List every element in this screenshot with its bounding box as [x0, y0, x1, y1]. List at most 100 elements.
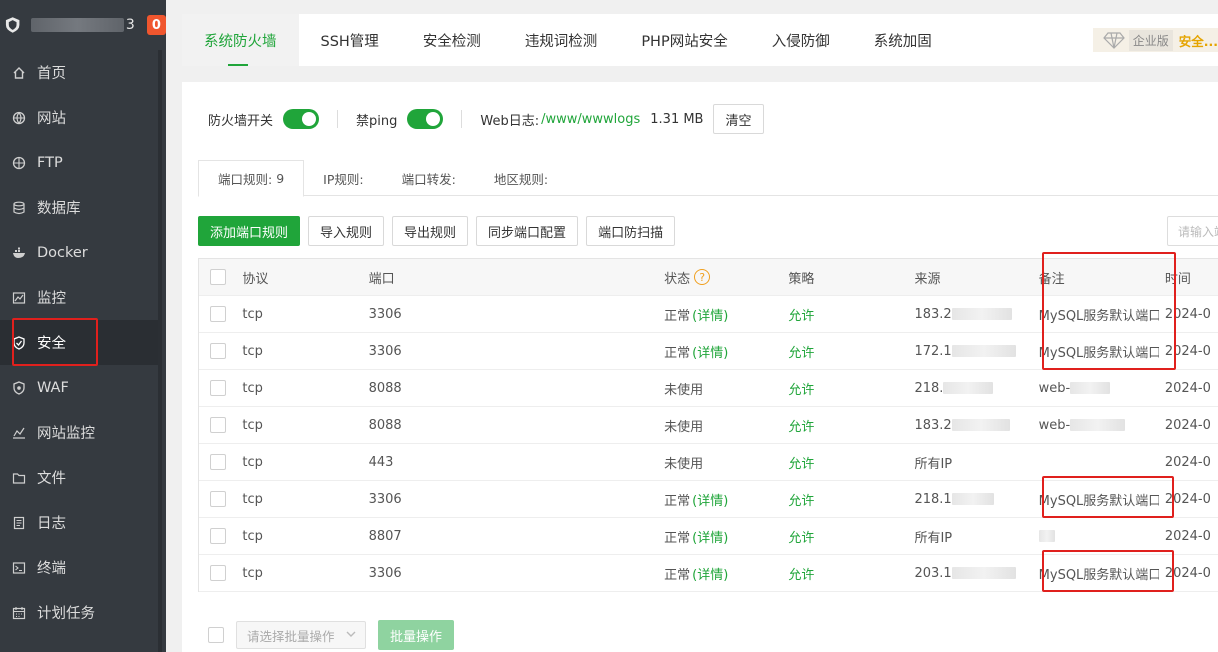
status-text: 正常: [664, 567, 691, 583]
calendar-icon: [12, 606, 26, 620]
subtab-port-forward[interactable]: 端口转发:: [383, 160, 475, 196]
batch-operation-select[interactable]: 请选择批量操作: [236, 621, 366, 649]
enterprise-link[interactable]: 安全...: [1179, 31, 1218, 50]
weblog-path-link[interactable]: /www/wwwlogs: [541, 112, 640, 127]
cell-protocol: tcp: [242, 491, 263, 507]
subtab-region-rules[interactable]: 地区规则:: [475, 160, 567, 196]
row-checkbox[interactable]: [209, 565, 226, 581]
header-port: 端口: [368, 271, 395, 287]
add-port-rule-button[interactable]: 添加端口规则: [198, 216, 301, 246]
batch-select-checkbox[interactable]: [208, 627, 224, 643]
cell-note[interactable]: MySQL服务默认端口: [1033, 342, 1159, 361]
row-checkbox[interactable]: [209, 454, 226, 470]
folder-icon: [12, 471, 26, 485]
port-search-input[interactable]: 请输入端口: [1167, 216, 1218, 246]
cell-source: 218.: [908, 381, 1032, 396]
redacted-area: [951, 493, 994, 505]
status-detail-link[interactable]: (详情): [692, 564, 728, 583]
cell-policy[interactable]: 允许: [782, 379, 908, 398]
batch-bar: 请选择批量操作 批量操作: [208, 620, 455, 650]
ping-toggle[interactable]: [407, 109, 444, 129]
row-checkbox[interactable]: [209, 491, 226, 507]
cell-protocol: tcp: [242, 565, 263, 581]
cell-note[interactable]: MySQL服务默认端口: [1033, 305, 1159, 324]
status-detail-link[interactable]: (详情): [692, 490, 728, 509]
globe-icon: [12, 111, 26, 125]
divider: [337, 110, 339, 128]
monitor-icon: [12, 291, 26, 305]
status-text: 正常: [664, 530, 691, 546]
sidebar-item-site-monitor[interactable]: 网站监控: [0, 410, 166, 455]
help-icon[interactable]: ?: [694, 269, 711, 285]
notification-badge[interactable]: 0: [146, 15, 166, 35]
cell-note[interactable]: [1033, 529, 1159, 544]
sidebar-item-logs[interactable]: 日志: [0, 500, 166, 545]
weblog-label: Web日志:: [480, 113, 540, 129]
tab-violation-words[interactable]: 违规词检测: [503, 14, 620, 66]
cell-policy[interactable]: 允许: [782, 305, 908, 324]
cell-time: 2024-0: [1164, 380, 1211, 396]
cell-policy[interactable]: 允许: [782, 527, 908, 546]
cell-source: 172.1: [908, 344, 1032, 359]
batch-operation-button[interactable]: 批量操作: [378, 620, 455, 650]
status-detail-link[interactable]: (详情): [692, 527, 728, 546]
sidebar-item-monitor[interactable]: 监控: [0, 275, 166, 320]
row-checkbox[interactable]: [209, 417, 226, 433]
sync-port-config-button[interactable]: 同步端口配置: [476, 216, 579, 246]
clear-logs-button[interactable]: 清空: [713, 104, 764, 134]
sidebar-item-label: 首页: [37, 66, 66, 82]
firewall-toggle[interactable]: [283, 109, 320, 129]
select-all-checkbox[interactable]: [209, 269, 226, 285]
sidebar-item-database[interactable]: 数据库: [0, 185, 166, 230]
cell-protocol: tcp: [242, 528, 263, 544]
sidebar-item-ftp[interactable]: FTP: [0, 140, 166, 185]
port-scan-protection-button[interactable]: 端口防扫描: [586, 216, 676, 246]
status-detail-link[interactable]: (详情): [692, 305, 728, 324]
cell-note[interactable]: MySQL服务默认端口: [1033, 564, 1159, 583]
tab-ssh[interactable]: SSH管理: [299, 14, 401, 66]
import-rules-button[interactable]: 导入规则: [308, 216, 385, 246]
cell-status: 正常 (详情): [658, 564, 782, 583]
header-note: 备注: [1038, 271, 1065, 287]
sidebar-item-label: 文件: [37, 471, 66, 487]
enterprise-promo[interactable]: 企业版 安全...: [1092, 28, 1218, 52]
row-checkbox[interactable]: [209, 380, 226, 396]
sidebar-item-home[interactable]: 首页: [0, 50, 166, 95]
tab-intrusion-prevention[interactable]: 入侵防御: [750, 14, 852, 66]
subtab-ip-rules[interactable]: IP规则:: [304, 160, 382, 196]
redacted-area: [951, 567, 1016, 579]
status-detail-link[interactable]: (详情): [692, 342, 728, 361]
cell-source: 183.2: [908, 307, 1032, 322]
sidebar-item-terminal[interactable]: 终端: [0, 545, 166, 590]
tab-system-firewall[interactable]: 系统防火墙: [182, 14, 299, 66]
cell-source: 183.2: [908, 418, 1032, 433]
sidebar-item-cron[interactable]: 计划任务: [0, 590, 166, 635]
sidebar-header: 3 0: [0, 0, 166, 50]
subtab-port-rules[interactable]: 端口规则: 9: [198, 160, 305, 197]
cell-policy[interactable]: 允许: [782, 490, 908, 509]
cell-policy[interactable]: 允许: [782, 453, 908, 472]
row-checkbox[interactable]: [209, 306, 226, 322]
sidebar-item-waf[interactable]: WAF: [0, 365, 166, 410]
table-row: tcp 8088 未使用 允许 218. web- 2024-0: [199, 370, 1218, 407]
cell-status: 正常 (详情): [658, 490, 782, 509]
sidebar-item-docker[interactable]: Docker: [0, 230, 166, 275]
row-checkbox[interactable]: [209, 528, 226, 544]
cell-policy[interactable]: 允许: [782, 564, 908, 583]
sidebar-item-files[interactable]: 文件: [0, 455, 166, 500]
cell-note[interactable]: web-: [1033, 381, 1159, 396]
row-checkbox[interactable]: [209, 343, 226, 359]
cell-protocol: tcp: [242, 417, 263, 433]
enterprise-label: 企业版: [1128, 29, 1173, 51]
cell-policy[interactable]: 允许: [782, 416, 908, 435]
tab-system-hardening[interactable]: 系统加固: [852, 14, 954, 66]
tab-security-check[interactable]: 安全检测: [401, 14, 503, 66]
redacted-area: [1038, 530, 1055, 542]
cell-note[interactable]: MySQL服务默认端口: [1033, 490, 1159, 509]
cell-note[interactable]: web-: [1033, 418, 1159, 433]
tab-php-security[interactable]: PHP网站安全: [619, 14, 749, 66]
sidebar-item-security[interactable]: 安全: [0, 320, 158, 365]
sidebar-item-website[interactable]: 网站: [0, 95, 166, 140]
export-rules-button[interactable]: 导出规则: [392, 216, 469, 246]
cell-policy[interactable]: 允许: [782, 342, 908, 361]
